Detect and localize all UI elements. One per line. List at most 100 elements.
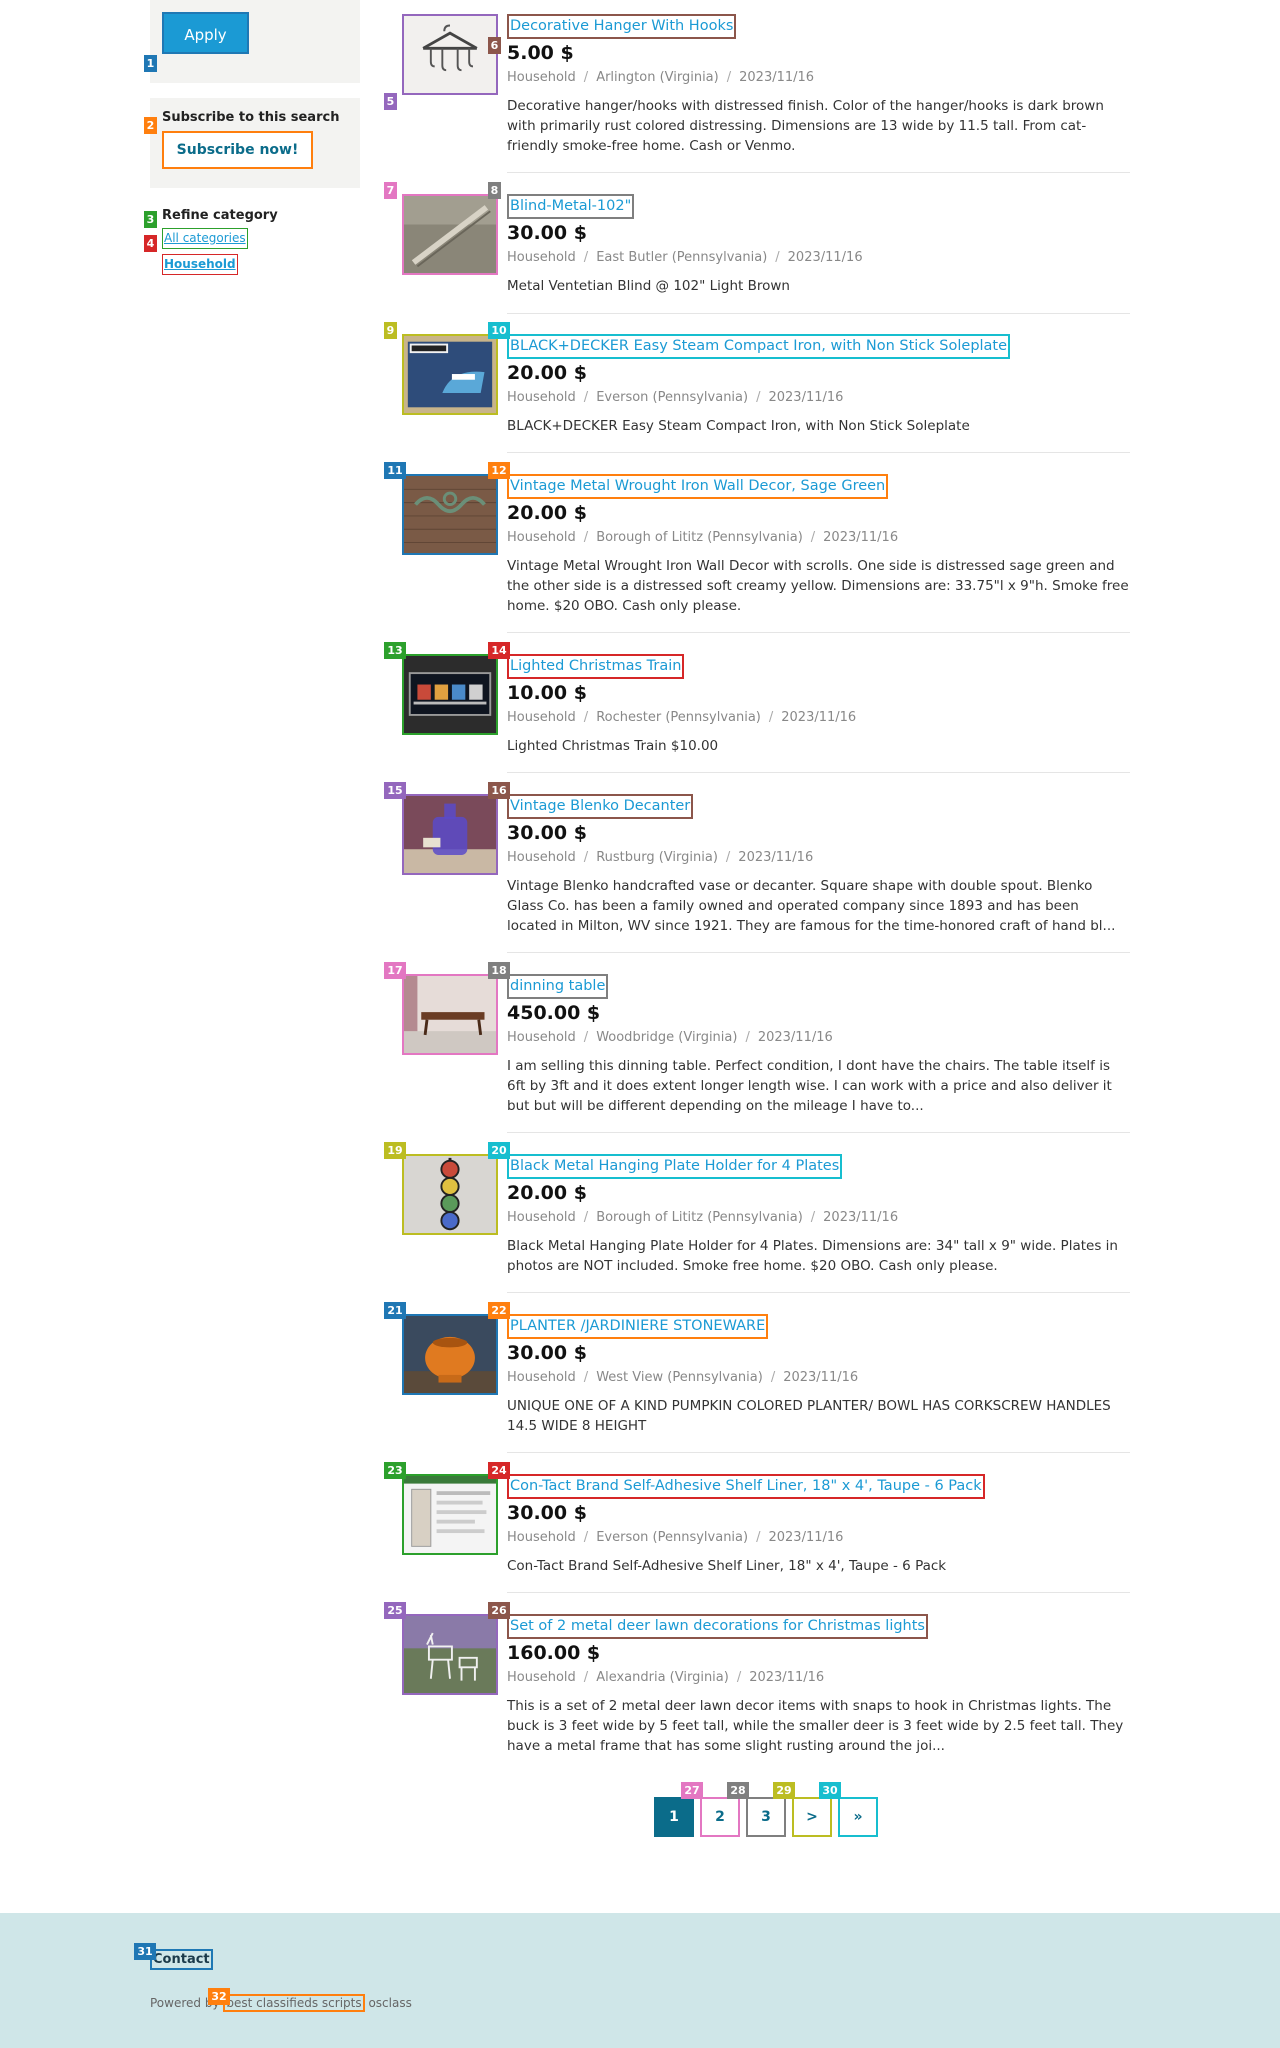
listing-price: 30.00 $ <box>507 1502 587 1524</box>
annotation-badge: 11 <box>384 462 406 479</box>
listing-meta: Household / West View (Pennsylvania) / 2023/… <box>507 1369 1130 1387</box>
contact-link[interactable]: Contact <box>150 1949 213 1970</box>
listing-description: I am selling this dinning table. Perfect… <box>507 1058 1112 1114</box>
listing-category: Household <box>507 850 576 865</box>
listing-thumbnail[interactable] <box>402 974 498 1055</box>
listing-date: 2023/11/16 <box>757 1030 833 1045</box>
listing-category: Household <box>507 70 576 85</box>
listing-thumbnail[interactable] <box>402 14 498 95</box>
listing-date: 2023/11/16 <box>739 70 815 85</box>
listing-thumbnail[interactable] <box>402 1614 498 1695</box>
meta-separator: / <box>583 1030 589 1045</box>
listing-location: Woodbridge (Virginia) <box>596 1030 738 1045</box>
iron-box-photo-icon <box>404 336 496 413</box>
annotation-badge: 23 <box>384 1462 406 1479</box>
listing-date: 2023/11/16 <box>768 1530 844 1545</box>
annotation-badge: 28 <box>727 1782 749 1799</box>
annotation-badge: 31 <box>134 1943 156 1960</box>
annotation-badge: 24 <box>488 1462 510 1479</box>
listing-category: Household <box>507 1530 576 1545</box>
meta-separator: / <box>775 250 780 265</box>
page-next-button[interactable]: > <box>792 1797 832 1837</box>
listing-location: Borough of Lititz (Pennsylvania) <box>596 530 803 545</box>
listing-description: Con-Tact Brand Self-Adhesive Shelf Liner… <box>507 1558 947 1574</box>
listing-divider <box>507 1292 1130 1293</box>
listing-description: Vintage Metal Wrought Iron Wall Decor wi… <box>507 558 1129 614</box>
listing-description: Metal Ventetian Blind @ 102" Light Brown <box>507 278 790 294</box>
listing-info: dinning table 450.00 $ Household / Woodbridg… <box>507 974 1130 1116</box>
annotation-badge: 14 <box>488 642 510 659</box>
listing-description: BLACK+DECKER Easy Steam Compact Iron, wi… <box>507 418 970 434</box>
listing-divider <box>507 1132 1130 1133</box>
listing-description: This is a set of 2 metal deer lawn decor… <box>507 1698 1124 1754</box>
page-last-button[interactable]: » <box>838 1797 878 1837</box>
listing-title-link[interactable]: PLANTER /JARDINIERE STONEWARE <box>507 1314 769 1339</box>
plate-holder-photo-icon <box>404 1156 496 1233</box>
listing-title-link[interactable]: Lighted Christmas Train <box>507 654 685 679</box>
listing-title-link[interactable]: Vintage Blenko Decanter <box>507 794 694 819</box>
listing-category: Household <box>507 250 576 265</box>
listing-meta: Household / Rochester (Pennsylvania) / 2023/… <box>507 709 1130 727</box>
subscribe-title: Subscribe to this search <box>162 110 340 125</box>
listing-thumbnail[interactable] <box>402 474 498 555</box>
listing-date: 2023/11/16 <box>749 1670 825 1685</box>
listing-location: Rochester (Pennsylvania) <box>596 710 761 725</box>
category-link-household[interactable]: Household <box>162 254 238 275</box>
listing-date: 2023/11/16 <box>787 250 863 265</box>
listing-location: Rustburg (Virginia) <box>596 850 718 865</box>
meta-separator: / <box>583 850 589 865</box>
listing-title-link[interactable]: Con-Tact Brand Self-Adhesive Shelf Liner… <box>507 1474 985 1499</box>
annotation-badge: 19 <box>384 1142 406 1159</box>
listing-title-link[interactable]: Set of 2 metal deer lawn decorations for… <box>507 1614 928 1639</box>
listing-meta: Household / Everson (Pennsylvania) / 2023/11… <box>507 1529 1130 1547</box>
listing-info: Set of 2 metal deer lawn decorations for… <box>507 1614 1130 1756</box>
meta-separator: / <box>726 70 732 85</box>
meta-separator: / <box>768 710 774 725</box>
listing-title-link[interactable]: Decorative Hanger With Hooks <box>507 14 737 39</box>
train-photo-icon <box>404 656 496 733</box>
listing-category: Household <box>507 390 576 405</box>
listing-description: UNIQUE ONE OF A KIND PUMPKIN COLORED PLA… <box>507 1398 1111 1434</box>
listing-meta: Household / Woodbridge (Virginia) / 2023/11/… <box>507 1029 1130 1047</box>
listing-thumbnail[interactable] <box>402 1474 498 1555</box>
listing-date: 2023/11/16 <box>823 530 899 545</box>
hanger-photo-icon <box>404 16 496 93</box>
listing-thumbnail[interactable] <box>402 1154 498 1235</box>
apply-button[interactable]: Apply <box>162 12 249 54</box>
meta-separator: / <box>583 710 589 725</box>
listing-title-link[interactable]: dinning table <box>507 974 609 999</box>
listing-divider <box>507 772 1130 773</box>
listing-divider <box>507 172 1130 173</box>
listing-title-link[interactable]: BLACK+DECKER Easy Steam Compact Iron, wi… <box>507 334 1011 359</box>
listing-thumbnail[interactable] <box>402 1314 498 1395</box>
listing-info: BLACK+DECKER Easy Steam Compact Iron, wi… <box>507 334 1130 436</box>
listing-title-link[interactable]: Vintage Metal Wrought Iron Wall Decor, S… <box>507 474 889 499</box>
listing-category: Household <box>507 530 576 545</box>
meta-separator: / <box>756 390 761 405</box>
wall-decor-photo-icon <box>404 476 496 553</box>
listing-title-link[interactable]: Blind-Metal-102" <box>507 194 635 219</box>
osclass-link[interactable]: best classifieds scripts <box>223 1994 365 2012</box>
annotation-badge: 26 <box>488 1602 510 1619</box>
annotation-badge: 2 <box>144 117 157 134</box>
listing-info: Black Metal Hanging Plate Holder for 4 P… <box>507 1154 1130 1276</box>
listing-thumbnail[interactable] <box>402 194 498 275</box>
listing-date: 2023/11/16 <box>823 1210 899 1225</box>
page-button-2[interactable]: 2 <box>700 1797 740 1837</box>
listing-thumbnail[interactable] <box>402 334 498 415</box>
annotation-badge: 8 <box>488 182 501 199</box>
subscribe-button[interactable]: Subscribe now! <box>162 131 313 169</box>
page-button-3[interactable]: 3 <box>746 1797 786 1837</box>
deer-photo-icon <box>404 1616 496 1693</box>
listing-title-link[interactable]: Black Metal Hanging Plate Holder for 4 P… <box>507 1154 843 1179</box>
listing-divider <box>507 1452 1130 1453</box>
page-button-1[interactable]: 1 <box>654 1797 694 1837</box>
listing-price: 10.00 $ <box>507 682 587 704</box>
listing-thumbnail[interactable] <box>402 794 498 875</box>
meta-separator: / <box>583 70 589 85</box>
listing-price: 20.00 $ <box>507 1182 587 1204</box>
category-link-all[interactable]: All categories <box>162 228 248 249</box>
listing-location: Arlington (Virginia) <box>596 70 719 85</box>
annotation-badge: 20 <box>488 1142 510 1159</box>
listing-thumbnail[interactable] <box>402 654 498 735</box>
